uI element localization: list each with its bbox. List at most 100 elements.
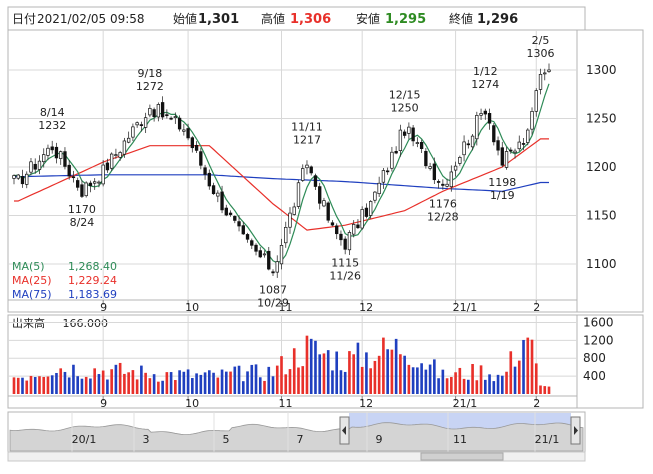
volume-bar-down bbox=[33, 377, 37, 394]
navigator-label: 20/1 bbox=[72, 433, 97, 446]
annotation-date: 2/5 bbox=[532, 34, 550, 47]
volume-bar-up bbox=[517, 360, 521, 394]
candle-up bbox=[275, 261, 279, 273]
candle-up bbox=[296, 182, 301, 207]
volume-bar-down bbox=[80, 378, 84, 394]
volume-bar-down bbox=[254, 364, 258, 394]
candle-up bbox=[398, 129, 403, 151]
volume-bar-down bbox=[246, 371, 249, 394]
candle-up bbox=[93, 181, 97, 184]
volume-bar-down bbox=[365, 352, 368, 394]
volume-bar-up bbox=[165, 372, 169, 394]
candle-up bbox=[42, 154, 46, 163]
volume-bar-up bbox=[352, 354, 355, 394]
candle-down bbox=[207, 172, 211, 187]
candle-down bbox=[88, 182, 93, 186]
annotation-value: 1176 bbox=[429, 197, 457, 210]
volume-bar-up bbox=[458, 367, 462, 394]
volume-bar-down bbox=[140, 365, 143, 394]
volume-bar-up bbox=[135, 379, 139, 394]
volume-bar-up bbox=[369, 368, 372, 394]
volume-bar-down bbox=[250, 364, 254, 394]
annotation-value: 1232 bbox=[38, 119, 66, 132]
candle-up bbox=[445, 183, 449, 187]
volume-bar-up bbox=[275, 365, 279, 394]
volume-bar-down bbox=[437, 378, 440, 394]
candle-up bbox=[292, 206, 296, 215]
volume-bar-down bbox=[208, 370, 211, 394]
navigator-label: 5 bbox=[223, 433, 230, 446]
candle-down bbox=[67, 164, 71, 177]
annotation-date: 1/12 bbox=[473, 65, 498, 78]
candle-up bbox=[449, 171, 454, 188]
volume-bar-down bbox=[106, 379, 109, 394]
close-value: 1,296 bbox=[477, 12, 518, 27]
candle-down bbox=[54, 146, 59, 159]
volume-bar-down bbox=[356, 342, 360, 394]
price-y-tick-label: 1100 bbox=[586, 257, 617, 271]
candle-up bbox=[428, 166, 432, 169]
candle-up bbox=[12, 175, 16, 179]
close-label: 終値 bbox=[449, 11, 473, 26]
volume-bar-down bbox=[309, 338, 313, 394]
volume-bar-down bbox=[224, 371, 228, 394]
volume-y-tick-label: 400 bbox=[583, 369, 606, 383]
annotation-value: 1087 bbox=[259, 284, 287, 297]
annotation-value: 1115 bbox=[331, 256, 359, 269]
candle-up bbox=[305, 164, 309, 169]
candle-down bbox=[271, 271, 275, 274]
candle-up bbox=[122, 140, 127, 155]
open-label: 始値 bbox=[173, 11, 197, 26]
candle-up bbox=[534, 90, 538, 112]
annotation-value: 1170 bbox=[68, 203, 96, 216]
volume-bar-up bbox=[399, 354, 402, 394]
candle-down bbox=[105, 162, 110, 171]
candle-down bbox=[186, 128, 190, 139]
candle-up bbox=[347, 232, 352, 251]
candle-up bbox=[216, 192, 220, 197]
volume-bar-up bbox=[471, 364, 474, 394]
volume-y-tick-label: 800 bbox=[583, 351, 606, 365]
volume-bar-down bbox=[186, 369, 190, 394]
candle-up bbox=[322, 200, 326, 207]
volume-y-tick-label: 1600 bbox=[583, 315, 614, 329]
volume-bar-up bbox=[174, 380, 177, 394]
candle-up bbox=[25, 173, 29, 185]
volume-bar-up bbox=[382, 337, 385, 394]
volume-bar-up bbox=[377, 355, 381, 394]
volume-x-tick-label: 9 bbox=[100, 397, 107, 410]
volume-bar-down bbox=[271, 376, 275, 394]
candle-up bbox=[504, 151, 509, 168]
candle-down bbox=[211, 185, 216, 195]
volume-bar-up bbox=[505, 371, 508, 394]
candle-up bbox=[470, 135, 475, 148]
candle-down bbox=[509, 149, 513, 152]
volume-bar-up bbox=[297, 367, 300, 394]
candle-up bbox=[262, 253, 267, 256]
volume-bar-up bbox=[373, 360, 377, 394]
candle-up bbox=[526, 129, 530, 143]
candle-up bbox=[538, 73, 543, 90]
volume-bar-up bbox=[127, 372, 130, 394]
price-y-tick-label: 1200 bbox=[586, 160, 617, 174]
candle-down bbox=[343, 238, 347, 250]
volume-bar-down bbox=[339, 370, 343, 394]
candle-down bbox=[441, 183, 445, 186]
legend-ma25-value: 1,229.24 bbox=[68, 274, 117, 287]
volume-bar-up bbox=[390, 349, 394, 394]
volume-bar-down bbox=[267, 366, 271, 394]
candle-down bbox=[241, 225, 245, 235]
candle-up bbox=[543, 72, 547, 75]
navigator-label: 3 bbox=[143, 433, 150, 446]
candle-down bbox=[436, 181, 441, 183]
candle-down bbox=[220, 191, 224, 211]
volume-bar-up bbox=[445, 378, 449, 394]
candle-down bbox=[254, 244, 258, 252]
navigator-scrollbar-thumb[interactable] bbox=[420, 452, 504, 461]
volume-bar-up bbox=[42, 376, 46, 394]
candle-up bbox=[101, 164, 105, 185]
candle-up bbox=[462, 141, 466, 156]
volume-bar-down bbox=[420, 363, 423, 394]
volume-title: 出来高 bbox=[12, 316, 45, 330]
volume-bar-up bbox=[360, 366, 364, 394]
